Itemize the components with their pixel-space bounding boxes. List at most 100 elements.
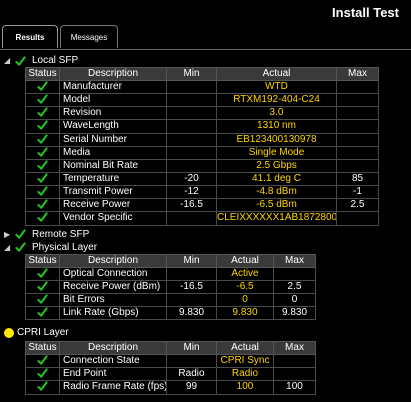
section-local-sfp[interactable]: ◢ Local SFP xyxy=(0,54,411,67)
column-header[interactable]: Status xyxy=(25,341,60,356)
section-remote-sfp[interactable]: ▶ Remote SFP xyxy=(0,228,411,241)
row-max xyxy=(336,145,379,160)
row-actual: -4.8 dBm xyxy=(216,185,337,200)
row-description: Revision xyxy=(59,106,167,121)
page-title: Install Test xyxy=(332,5,399,20)
column-header[interactable]: Min xyxy=(166,341,217,356)
table-row[interactable]: Radio Frame Rate (fps) 99 100 100 xyxy=(25,380,316,395)
column-header[interactable]: Status xyxy=(25,253,60,268)
table-row[interactable]: Transmit Power -12 -4.8 dBm -1 xyxy=(25,185,379,200)
row-max xyxy=(336,211,379,226)
column-header[interactable]: Actual xyxy=(216,253,274,268)
table-header-row: Status Description Min Actual Max xyxy=(25,341,316,356)
row-min: -20 xyxy=(166,171,217,187)
pass-check-icon xyxy=(25,158,60,173)
tab-results-label: Results xyxy=(15,33,45,42)
column-header[interactable]: Min xyxy=(166,253,217,268)
row-min xyxy=(166,292,217,307)
pass-check-icon xyxy=(25,279,60,294)
row-max: 2.5 xyxy=(273,279,316,294)
column-header[interactable]: Description xyxy=(59,67,167,81)
row-description: Optical Connection xyxy=(59,266,167,281)
table-header-row: Status Description Min Actual Max xyxy=(25,67,379,81)
row-max: 9.830 xyxy=(273,305,316,321)
row-min xyxy=(166,79,217,95)
row-description: Radio Frame Rate (fps) xyxy=(59,380,167,395)
pass-check-icon xyxy=(25,79,60,95)
row-min: -12 xyxy=(166,185,217,200)
table-row[interactable]: Receive Power (dBm) -16.5 -6.5 2.5 xyxy=(25,279,316,294)
pass-check-icon xyxy=(25,171,60,187)
row-actual: CLEIXXXXXX1AB187280065 xyxy=(216,211,337,226)
table-row[interactable]: Manufacturer WTD xyxy=(25,79,379,95)
row-description: Vendor Specific xyxy=(59,211,167,226)
collapse-arrow-icon[interactable]: ◢ xyxy=(4,54,14,67)
table-row[interactable]: Connection State CPRI Sync xyxy=(25,354,316,369)
row-description: End Point xyxy=(59,367,167,382)
column-header[interactable]: Actual xyxy=(216,67,337,81)
column-header[interactable]: Max xyxy=(273,253,316,268)
row-description: Connection State xyxy=(59,354,167,369)
row-max xyxy=(336,119,379,134)
row-actual: 1310 nm xyxy=(216,119,337,134)
table-row[interactable]: Revision 3.0 xyxy=(25,106,379,121)
tab-results[interactable]: Results xyxy=(2,25,58,48)
row-max xyxy=(273,266,316,281)
table-row[interactable]: Optical Connection Active xyxy=(25,266,316,281)
column-header[interactable]: Max xyxy=(336,67,379,81)
table-row[interactable]: Serial Number EB123400130978 xyxy=(25,132,379,147)
table-row[interactable]: Bit Errors 0 0 xyxy=(25,292,316,307)
row-description: Bit Errors xyxy=(59,292,167,307)
table-row[interactable]: Nominal Bit Rate 2.5 Gbps xyxy=(25,158,379,173)
column-header[interactable]: Actual xyxy=(216,341,274,356)
tab-messages[interactable]: Messages xyxy=(60,25,118,48)
section-physical-layer[interactable]: ◢ Physical Layer xyxy=(0,241,411,254)
row-max xyxy=(273,367,316,382)
column-header[interactable]: Description xyxy=(59,341,167,356)
collapse-arrow-icon[interactable]: ◢ xyxy=(4,241,14,254)
table-row[interactable]: Model RTXM192-404-C24 xyxy=(25,93,379,108)
row-max: 85 xyxy=(336,171,379,187)
section-label: CPRI Layer xyxy=(17,327,69,339)
row-min xyxy=(166,132,217,147)
row-min xyxy=(166,266,217,281)
row-max xyxy=(273,354,316,369)
column-header[interactable]: Description xyxy=(59,253,167,268)
pass-check-icon xyxy=(25,93,60,108)
row-max: 0 xyxy=(273,292,316,307)
row-actual: 41.1 deg C xyxy=(216,171,337,187)
table-row[interactable]: End Point Radio Radio xyxy=(25,367,316,382)
row-max xyxy=(336,93,379,108)
expand-arrow-icon[interactable]: ▶ xyxy=(4,228,14,241)
pass-check-icon xyxy=(25,305,60,321)
table-row[interactable]: Media Single Mode xyxy=(25,145,379,160)
table-row[interactable]: Link Rate (Gbps) 9.830 9.830 9.830 xyxy=(25,305,316,321)
pass-check-icon xyxy=(25,145,60,160)
row-max: 2.5 xyxy=(336,198,379,213)
row-actual: WTD xyxy=(216,79,337,95)
pass-check-icon xyxy=(25,106,60,121)
row-actual: 9.830 xyxy=(216,305,274,321)
row-description: Receive Power xyxy=(59,198,167,213)
column-header[interactable]: Min xyxy=(166,67,217,81)
pass-check-icon xyxy=(25,198,60,213)
row-description: Receive Power (dBm) xyxy=(59,279,167,294)
table-row[interactable]: Receive Power -16.5 -6.5 dBm 2.5 xyxy=(25,198,379,213)
row-description: Temperature xyxy=(59,171,167,187)
row-actual: Radio xyxy=(216,367,274,382)
row-actual: -6.5 xyxy=(216,279,274,294)
row-actual: 0 xyxy=(216,292,274,307)
column-header[interactable]: Max xyxy=(273,341,316,356)
table-row[interactable]: Vendor Specific CLEIXXXXXX1AB187280065 xyxy=(25,211,379,226)
row-min: -16.5 xyxy=(166,198,217,213)
table-row[interactable]: WaveLength 1310 nm xyxy=(25,119,379,134)
pass-check-icon xyxy=(15,55,26,68)
row-description: Nominal Bit Rate xyxy=(59,158,167,173)
table-row[interactable]: Temperature -20 41.1 deg C 85 xyxy=(25,171,379,187)
column-header[interactable]: Status xyxy=(25,67,60,81)
row-min: -16.5 xyxy=(166,279,217,294)
row-min xyxy=(166,211,217,226)
row-min xyxy=(166,93,217,108)
tab-messages-label: Messages xyxy=(70,33,108,42)
section-cpri-layer[interactable]: CPRI Layer xyxy=(0,326,411,341)
